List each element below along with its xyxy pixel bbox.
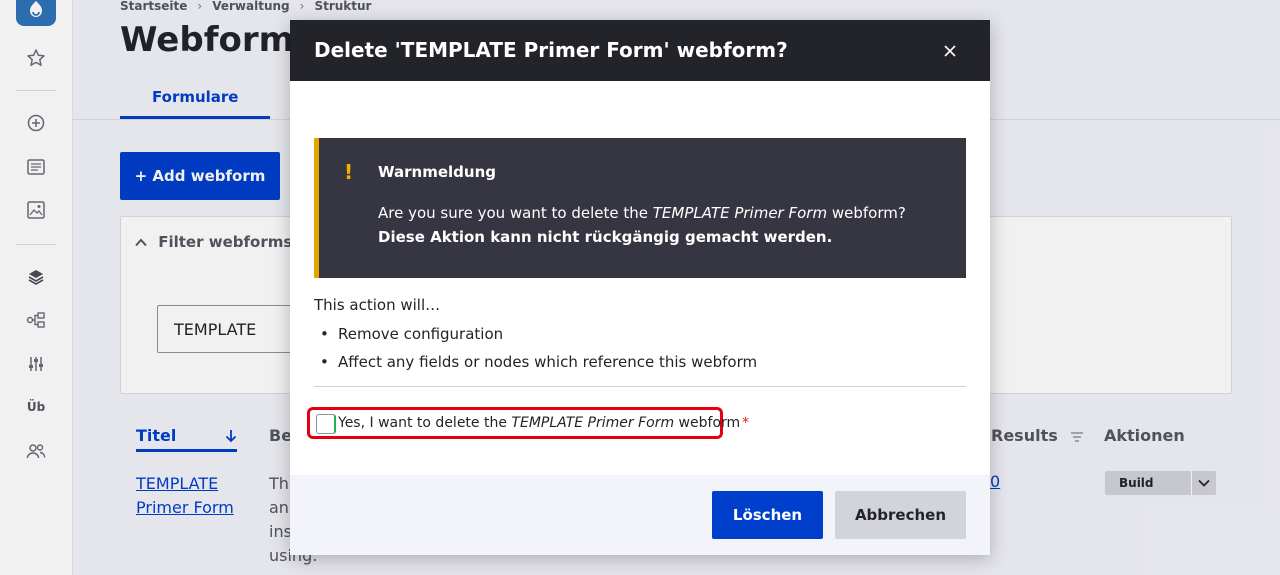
warning-text: Are you sure you want to delete the TEMP… — [378, 201, 906, 249]
confirm-highlight: Yes, I want to delete the TEMPLATE Prime… — [307, 407, 749, 439]
close-icon[interactable] — [940, 41, 960, 61]
warning-icon: ! — [344, 160, 354, 184]
cancel-button[interactable]: Abbrechen — [835, 491, 966, 539]
dialog-divider — [314, 386, 966, 387]
dialog-footer: Löschen Abbrechen — [290, 475, 990, 555]
dialog-header: Delete 'TEMPLATE Primer Form' webform? — [290, 20, 990, 81]
confirm-label-part: Yes, I want to delete the — [338, 415, 512, 431]
action-intro: This action will… — [314, 296, 441, 314]
confirm-form-name: TEMPLATE Primer Form — [511, 415, 675, 431]
warning-text-part: webform? — [827, 204, 906, 222]
delete-dialog: Delete 'TEMPLATE Primer Form' webform? !… — [290, 20, 990, 555]
required-marker: * — [742, 415, 750, 431]
warning-text-part: Are you sure you want to delete the — [378, 204, 653, 222]
warning-irreversible-note: Diese Aktion kann nicht rückgängig gemac… — [378, 228, 833, 246]
warning-title: Warnmeldung — [378, 163, 496, 181]
dialog-title: Delete 'TEMPLATE Primer Form' webform? — [314, 38, 788, 62]
confirm-label-part: webform — [674, 415, 741, 431]
confirm-checkbox[interactable] — [316, 414, 336, 434]
list-item: Affect any fields or nodes which referen… — [314, 348, 757, 376]
delete-button[interactable]: Löschen — [712, 491, 823, 539]
warning-form-name: TEMPLATE Primer Form — [652, 204, 828, 222]
warning-message: ! Warnmeldung Are you sure you want to d… — [314, 138, 966, 278]
action-list: Remove configuration Affect any fields o… — [314, 320, 757, 376]
confirm-checkbox-label[interactable]: Yes, I want to delete the TEMPLATE Prime… — [338, 415, 749, 431]
list-item: Remove configuration — [314, 320, 757, 348]
